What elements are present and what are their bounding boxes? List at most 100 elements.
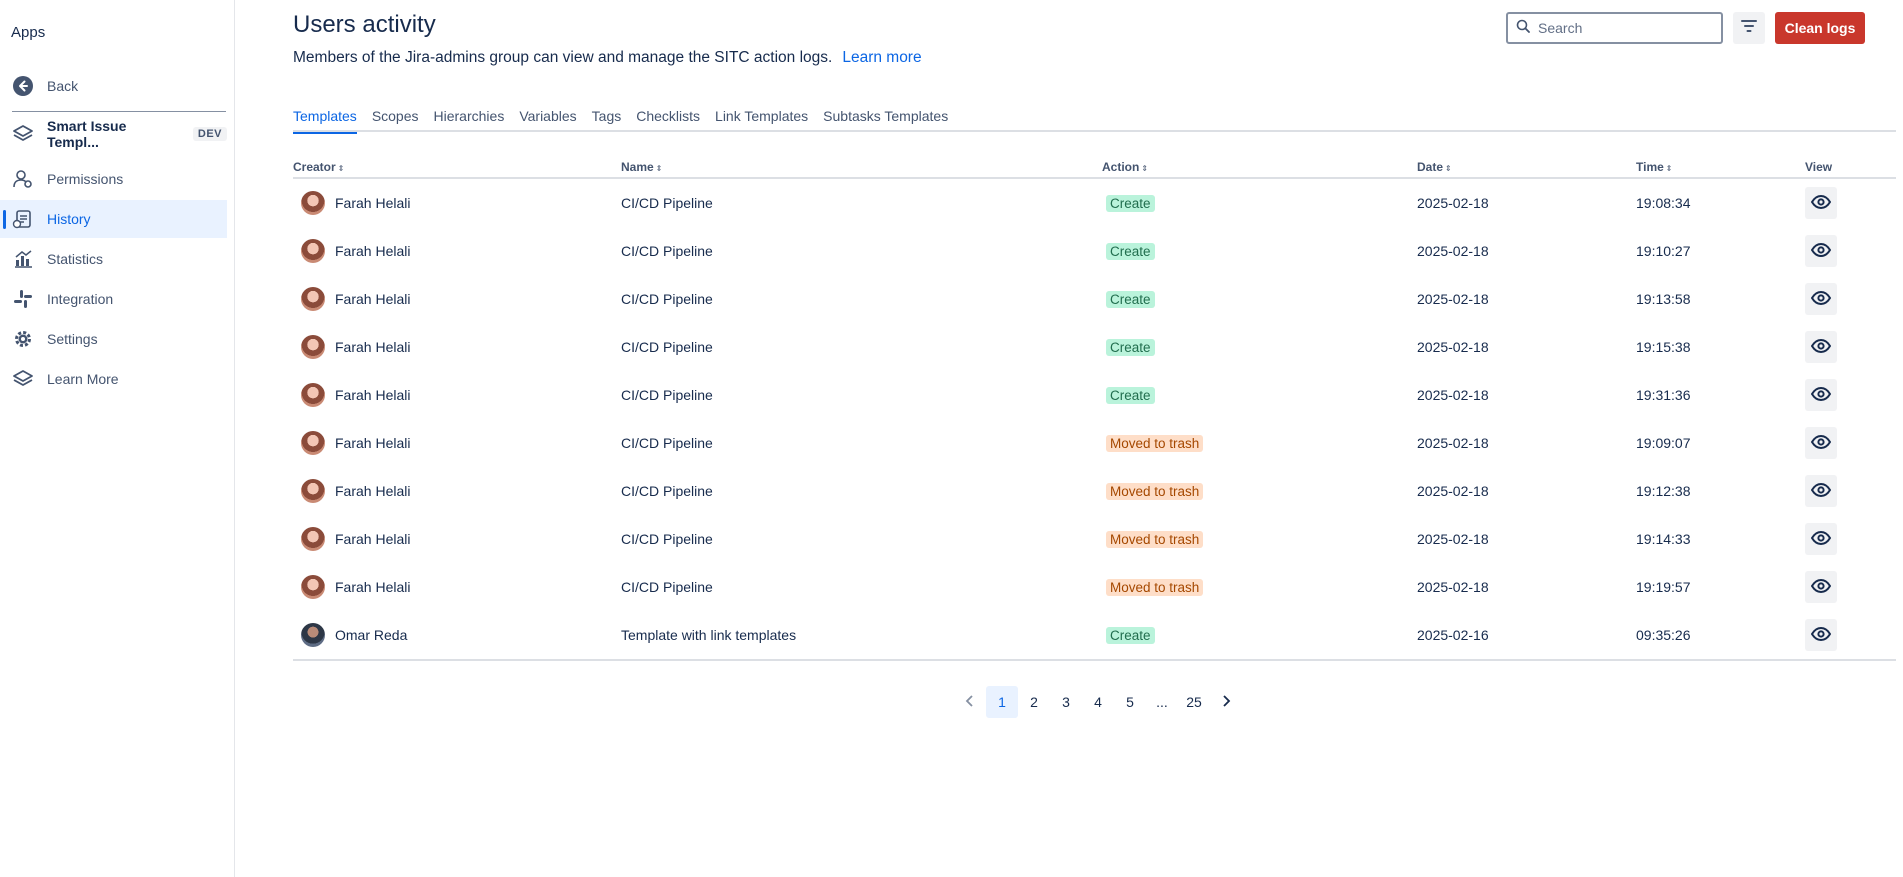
- action-lozenge: Create: [1106, 290, 1155, 308]
- avatar: [301, 239, 325, 263]
- eye-icon: [1810, 482, 1832, 500]
- avatar: [301, 527, 325, 551]
- view-button[interactable]: [1805, 187, 1837, 219]
- sidebar-item-label: Settings: [47, 331, 98, 347]
- view-button[interactable]: [1805, 475, 1837, 507]
- creator-name: Farah Helali: [335, 531, 411, 547]
- action-lozenge: Create: [1106, 386, 1155, 404]
- creator-cell: Farah Helali: [293, 515, 410, 563]
- view-button[interactable]: [1805, 283, 1837, 315]
- time-cell: 09:35:26: [1636, 627, 1691, 643]
- tab-variables[interactable]: Variables: [519, 108, 576, 132]
- view-button[interactable]: [1805, 619, 1837, 651]
- view-button[interactable]: [1805, 427, 1837, 459]
- action-lozenge: Create: [1106, 338, 1155, 356]
- sidebar: Apps Back Smart Issue Templ... DEV Permi…: [0, 0, 235, 877]
- sidebar-item-statistics[interactable]: Statistics: [0, 240, 227, 278]
- previous-page-button[interactable]: [954, 686, 986, 718]
- name-cell: CI/CD Pipeline: [621, 531, 713, 547]
- page-button-3[interactable]: 3: [1050, 686, 1082, 718]
- tab-link-templates[interactable]: Link Templates: [715, 108, 808, 132]
- date-cell: 2025-02-18: [1417, 243, 1489, 259]
- sidebar-item-learn-more[interactable]: Learn More: [0, 360, 227, 398]
- creator-cell: Farah Helali: [293, 323, 410, 371]
- tab-templates[interactable]: Templates: [293, 108, 357, 134]
- column-header-name[interactable]: Name ⇕: [621, 160, 662, 174]
- eye-icon: [1810, 626, 1832, 644]
- page-button-25[interactable]: 25: [1178, 686, 1210, 718]
- creator-cell: Farah Helali: [293, 227, 410, 275]
- sidebar-item-permissions[interactable]: Permissions: [0, 160, 227, 198]
- activity-table: Creator ⇕ Name ⇕ Action ⇕ Date ⇕ Time ⇕ View …: [293, 157, 1896, 661]
- view-cell: [1805, 467, 1837, 515]
- view-button[interactable]: [1805, 571, 1837, 603]
- date-cell: 2025-02-18: [1417, 387, 1489, 403]
- permissions-icon: [12, 168, 34, 190]
- page-button-5[interactable]: 5: [1114, 686, 1146, 718]
- view-cell: [1805, 563, 1837, 611]
- action-lozenge: Create: [1106, 626, 1155, 644]
- view-cell: [1805, 227, 1837, 275]
- creator-name: Farah Helali: [335, 435, 411, 451]
- action-cell: Create: [1102, 371, 1155, 419]
- time-cell: 19:15:38: [1636, 339, 1691, 355]
- avatar: [301, 431, 325, 455]
- tab-subtasks-templates[interactable]: Subtasks Templates: [823, 108, 948, 132]
- time-cell: 19:08:34: [1636, 195, 1691, 211]
- creator-cell: Farah Helali: [293, 371, 410, 419]
- view-button[interactable]: [1805, 331, 1837, 363]
- name-cell: CI/CD Pipeline: [621, 387, 713, 403]
- sidebar-item-settings[interactable]: Settings: [0, 320, 227, 358]
- table-row: Farah Helali CI/CD Pipeline Create 2025-02-…: [293, 227, 1896, 275]
- date-cell: 2025-02-18: [1417, 531, 1489, 547]
- view-button[interactable]: [1805, 523, 1837, 555]
- name-cell: CI/CD Pipeline: [621, 291, 713, 307]
- view-button[interactable]: [1805, 235, 1837, 267]
- view-cell: [1805, 515, 1837, 563]
- sidebar-item-label: Integration: [47, 291, 114, 307]
- view-cell: [1805, 419, 1837, 467]
- time-cell: 19:10:27: [1636, 243, 1691, 259]
- tab-hierarchies[interactable]: Hierarchies: [434, 108, 505, 132]
- avatar: [301, 287, 325, 311]
- search-input[interactable]: [1538, 20, 1708, 36]
- eye-icon: [1810, 194, 1832, 212]
- page-button-2[interactable]: 2: [1018, 686, 1050, 718]
- creator-name: Farah Helali: [335, 579, 411, 595]
- sidebar-item-history[interactable]: History: [0, 200, 227, 238]
- page-button-4[interactable]: 4: [1082, 686, 1114, 718]
- sidebar-item-label: Permissions: [47, 171, 124, 187]
- sidebar-app-header[interactable]: Smart Issue Templ... DEV: [0, 115, 227, 153]
- learn-more-link[interactable]: Learn more: [842, 49, 921, 66]
- column-header-time[interactable]: Time ⇕: [1636, 160, 1673, 174]
- column-header-creator[interactable]: Creator ⇕: [293, 160, 344, 174]
- next-page-button[interactable]: [1210, 686, 1242, 718]
- column-header-action[interactable]: Action ⇕: [1102, 160, 1148, 174]
- avatar: [301, 191, 325, 215]
- sort-icon: ⇕: [1445, 164, 1452, 173]
- search-box[interactable]: [1506, 12, 1723, 44]
- page-button-1[interactable]: 1: [986, 686, 1018, 718]
- action-lozenge: Moved to trash: [1106, 530, 1204, 548]
- filter-button[interactable]: [1733, 12, 1765, 44]
- action-cell: Moved to trash: [1102, 563, 1204, 611]
- date-cell: 2025-02-16: [1417, 627, 1489, 643]
- back-label: Back: [47, 78, 79, 94]
- table-row: Farah Helali CI/CD Pipeline Create 2025-02-…: [293, 371, 1896, 419]
- dev-badge: DEV: [192, 127, 227, 141]
- sidebar-item-label: Statistics: [47, 251, 104, 267]
- back-button[interactable]: Back: [0, 67, 227, 105]
- sidebar-item-integration[interactable]: Integration: [0, 280, 227, 318]
- chevron-left-icon: [965, 694, 975, 710]
- action-lozenge: Moved to trash: [1106, 482, 1204, 500]
- action-cell: Moved to trash: [1102, 467, 1204, 515]
- view-cell: [1805, 323, 1837, 371]
- action-cell: Moved to trash: [1102, 419, 1204, 467]
- tab-scopes[interactable]: Scopes: [372, 108, 419, 132]
- clean-logs-button[interactable]: Clean logs: [1775, 12, 1865, 44]
- tab-checklists[interactable]: Checklists: [636, 108, 700, 132]
- back-arrow-icon: [12, 75, 34, 97]
- column-header-date[interactable]: Date ⇕: [1417, 160, 1452, 174]
- view-button[interactable]: [1805, 379, 1837, 411]
- tab-tags[interactable]: Tags: [592, 108, 622, 132]
